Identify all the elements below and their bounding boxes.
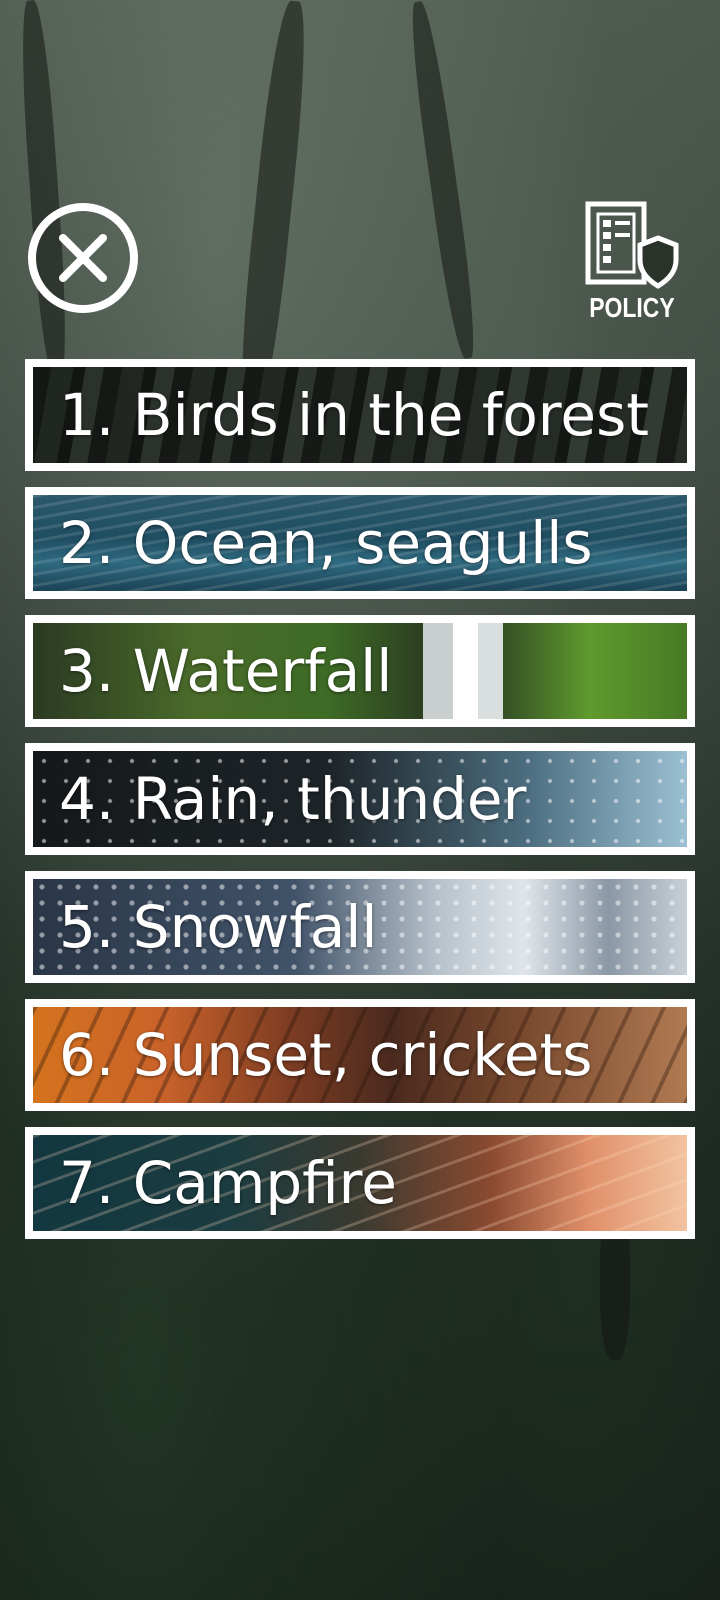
- sound-item-birds-in-the-forest[interactable]: 1. Birds in the forest: [25, 359, 695, 471]
- sound-item-ocean-seagulls[interactable]: 2. Ocean, seagulls: [25, 487, 695, 599]
- policy-label: POLICY: [589, 292, 675, 323]
- policy-document-shield-icon: [585, 201, 679, 289]
- sound-item-campfire[interactable]: 7. Campfire: [25, 1127, 695, 1239]
- background-tree-trunk: [233, 0, 313, 421]
- background-tree-trunk: [16, 0, 72, 381]
- sound-list: 1. Birds in the forest 2. Ocean, seagull…: [25, 359, 695, 1255]
- sound-item-waterfall[interactable]: 3. Waterfall: [25, 615, 695, 727]
- policy-button[interactable]: POLICY: [582, 200, 682, 330]
- sound-item-sunset-crickets[interactable]: 6. Sunset, crickets: [25, 999, 695, 1111]
- sound-item-snowfall[interactable]: 5. Snowfall: [25, 871, 695, 983]
- sound-item-label: 7. Campfire: [59, 1149, 397, 1217]
- sound-item-rain-thunder[interactable]: 4. Rain, thunder: [25, 743, 695, 855]
- sound-item-label: 1. Birds in the forest: [59, 381, 650, 449]
- sound-item-label: 2. Ocean, seagulls: [59, 509, 593, 577]
- close-icon: [59, 234, 107, 282]
- sound-item-label: 5. Snowfall: [59, 893, 378, 961]
- sound-item-label: 6. Sunset, crickets: [59, 1021, 593, 1089]
- sound-item-label: 3. Waterfall: [59, 637, 393, 705]
- background-tree-trunk: [405, 0, 481, 361]
- sound-item-label: 4. Rain, thunder: [59, 765, 527, 833]
- close-button[interactable]: [28, 203, 138, 313]
